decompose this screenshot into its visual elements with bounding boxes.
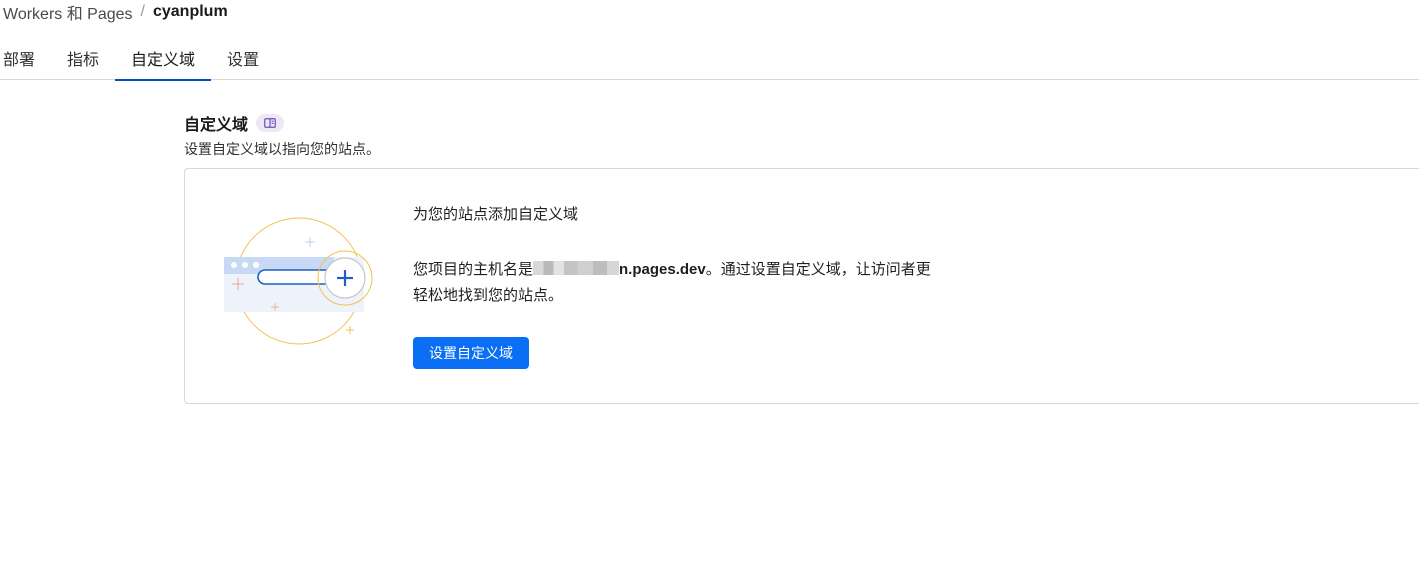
section-description: 设置自定义域以指向您的站点。 [184, 141, 380, 157]
add-domain-illustration [221, 217, 381, 352]
card-heading: 为您的站点添加自定义域 [413, 206, 579, 223]
card-description: 您项目的主机名是 n.pages.dev。通过设置自定义域，让访问者更轻松地找到您… [413, 257, 933, 309]
card-body: 为您的站点添加自定义域 您项目的主机名是 n.pages.dev。通过设置自定义域… [413, 205, 953, 369]
hostname-suffix: n.pages.dev [619, 261, 706, 278]
book-icon [264, 118, 276, 128]
card-text-before: 您项目的主机名是 [413, 261, 534, 278]
page: Workers 和 Pages / cyanplum 部署 指标 自定义域 设置… [0, 0, 1419, 569]
section-title: 自定义域 [184, 117, 249, 134]
redacted-hostname [533, 261, 620, 275]
breadcrumb-separator: / [140, 3, 145, 20]
tab-metrics[interactable]: 指标 [51, 36, 115, 80]
breadcrumb-current: cyanplum [152, 3, 228, 20]
empty-state-card: 为您的站点添加自定义域 您项目的主机名是 n.pages.dev。通过设置自定义域… [184, 168, 1419, 404]
set-up-custom-domain-button[interactable]: 设置自定义域 [413, 337, 529, 369]
tab-settings[interactable]: 设置 [211, 36, 275, 80]
tab-deployments[interactable]: 部署 [0, 36, 51, 80]
docs-link[interactable] [256, 114, 285, 132]
section-header: 自定义域 [184, 112, 285, 134]
tab-bar: 部署 指标 自定义域 设置 [0, 36, 1419, 81]
breadcrumb: Workers 和 Pages / cyanplum [3, 0, 228, 24]
breadcrumb-parent-link[interactable]: Workers 和 Pages [3, 0, 133, 24]
tab-custom-domains[interactable]: 自定义域 [115, 36, 212, 81]
